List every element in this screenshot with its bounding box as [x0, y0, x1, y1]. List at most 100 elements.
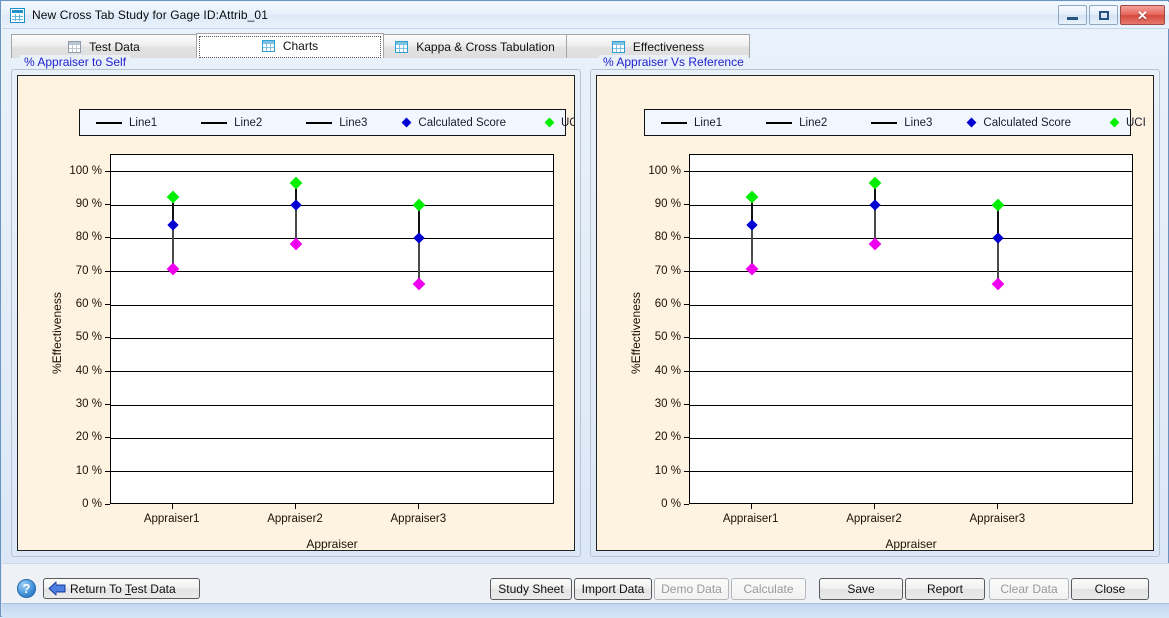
x-axis-tick-label: Appraiser2	[846, 513, 902, 525]
close-icon: ✕	[1137, 9, 1148, 22]
gridline	[111, 338, 553, 339]
button-label: Report	[927, 582, 963, 596]
button-label: Save	[847, 582, 874, 596]
report-button[interactable]: Report	[905, 578, 985, 600]
y-tick-mark	[105, 371, 110, 372]
data-point-lci	[290, 238, 303, 251]
x-tick-mark	[751, 504, 752, 509]
y-axis-tick-label: 100 %	[58, 165, 102, 177]
y-tick-mark	[684, 337, 689, 338]
y-axis-tick-label: 60 %	[637, 298, 681, 310]
application-window: New Cross Tab Study for Gage ID:Attrib_0…	[0, 0, 1169, 617]
chart-legend: Line1Line2Line3Calculated ScoreUCILCI	[79, 109, 566, 136]
legend-diamond-swatch	[967, 118, 977, 128]
gridline	[690, 305, 1132, 306]
save-button[interactable]: Save	[819, 578, 903, 600]
maximize-button[interactable]	[1089, 5, 1118, 25]
y-axis-title: %Effectiveness	[629, 292, 643, 374]
gridline	[690, 438, 1132, 439]
gridline	[111, 271, 553, 272]
legend-line-swatch	[871, 122, 897, 124]
button-label: Calculate	[743, 582, 793, 596]
data-point-lci	[166, 263, 179, 276]
y-tick-mark	[105, 271, 110, 272]
panel-title: % Appraiser Vs Reference	[599, 55, 748, 69]
help-icon[interactable]: ?	[17, 579, 36, 598]
legend-line-swatch	[661, 122, 687, 124]
y-tick-mark	[105, 471, 110, 472]
status-strip	[2, 603, 1169, 618]
x-axis-tick-label: Appraiser3	[391, 513, 447, 525]
legend-item: UCI	[1111, 117, 1146, 129]
maximize-icon	[1099, 11, 1109, 20]
data-point-uci	[745, 190, 758, 203]
data-point-score	[746, 219, 757, 230]
legend-diamond-swatch	[402, 118, 412, 128]
y-tick-mark	[684, 437, 689, 438]
y-tick-mark	[684, 471, 689, 472]
tab-label: Test Data	[89, 40, 140, 54]
data-point-lci	[745, 263, 758, 276]
clear-data-button: Clear Data	[989, 578, 1069, 600]
y-axis-tick-label: 30 %	[58, 398, 102, 410]
legend-line-swatch	[766, 122, 792, 124]
y-axis-tick-label: 100 %	[637, 165, 681, 177]
tab-label: Charts	[283, 39, 318, 53]
legend-item: Calculated Score	[968, 117, 1071, 129]
plot-area	[110, 154, 554, 504]
window-grid-icon	[10, 8, 25, 23]
y-tick-mark	[684, 304, 689, 305]
close-window-button[interactable]: ✕	[1120, 5, 1165, 25]
gridline	[111, 371, 553, 372]
legend-item: Line3	[306, 117, 367, 129]
y-tick-mark	[684, 237, 689, 238]
y-tick-mark	[684, 171, 689, 172]
data-point-uci	[290, 177, 303, 190]
tab-charts[interactable]: Charts	[196, 33, 384, 58]
x-axis-tick-label: Appraiser2	[267, 513, 323, 525]
legend-item: Line3	[871, 117, 932, 129]
y-axis-tick-label: 40 %	[58, 365, 102, 377]
y-tick-mark	[105, 337, 110, 338]
return-to-test-data-button[interactable]: Return To Test Data	[43, 578, 200, 599]
data-point-lci	[992, 278, 1005, 291]
data-point-uci	[413, 199, 426, 212]
data-point-score	[414, 233, 425, 244]
tab-kappa-cross-tabulation[interactable]: Kappa & Cross Tabulation	[383, 34, 567, 58]
data-point-score	[869, 199, 880, 210]
legend-label: Line1	[129, 117, 157, 129]
legend-label: Line2	[799, 117, 827, 129]
close-button[interactable]: Close	[1071, 578, 1149, 600]
y-tick-mark	[105, 171, 110, 172]
minimize-icon	[1067, 17, 1078, 20]
x-tick-mark	[418, 504, 419, 509]
y-axis-tick-label: 20 %	[58, 431, 102, 443]
y-axis-tick-label: 90 %	[58, 198, 102, 210]
panel-title: % Appraiser to Self	[20, 55, 130, 69]
legend-item: Line1	[661, 117, 722, 129]
gridline	[690, 371, 1132, 372]
return-button-label: Return To Test Data	[70, 582, 176, 596]
import-data-button[interactable]: Import Data	[574, 578, 652, 600]
y-axis-tick-label: 70 %	[637, 265, 681, 277]
gridline	[111, 438, 553, 439]
y-tick-mark	[105, 204, 110, 205]
y-axis-tick-label: 10 %	[637, 465, 681, 477]
legend-label: Line3	[339, 117, 367, 129]
study-sheet-button[interactable]: Study Sheet	[490, 578, 572, 600]
grid-table-icon	[395, 41, 408, 53]
gridline	[690, 205, 1132, 206]
minimize-button[interactable]	[1058, 5, 1087, 25]
window-title: New Cross Tab Study for Gage ID:Attrib_0…	[32, 8, 268, 22]
legend-item: Line1	[96, 117, 157, 129]
plot-area	[689, 154, 1133, 504]
legend-diamond-swatch	[1110, 118, 1120, 128]
button-label: Import Data	[582, 582, 645, 596]
gridline	[690, 271, 1132, 272]
y-tick-mark	[105, 304, 110, 305]
y-axis-tick-label: 20 %	[637, 431, 681, 443]
y-tick-mark	[105, 437, 110, 438]
y-tick-mark	[684, 504, 689, 505]
tab-label: Effectiveness	[633, 40, 704, 54]
data-point-uci	[992, 199, 1005, 212]
